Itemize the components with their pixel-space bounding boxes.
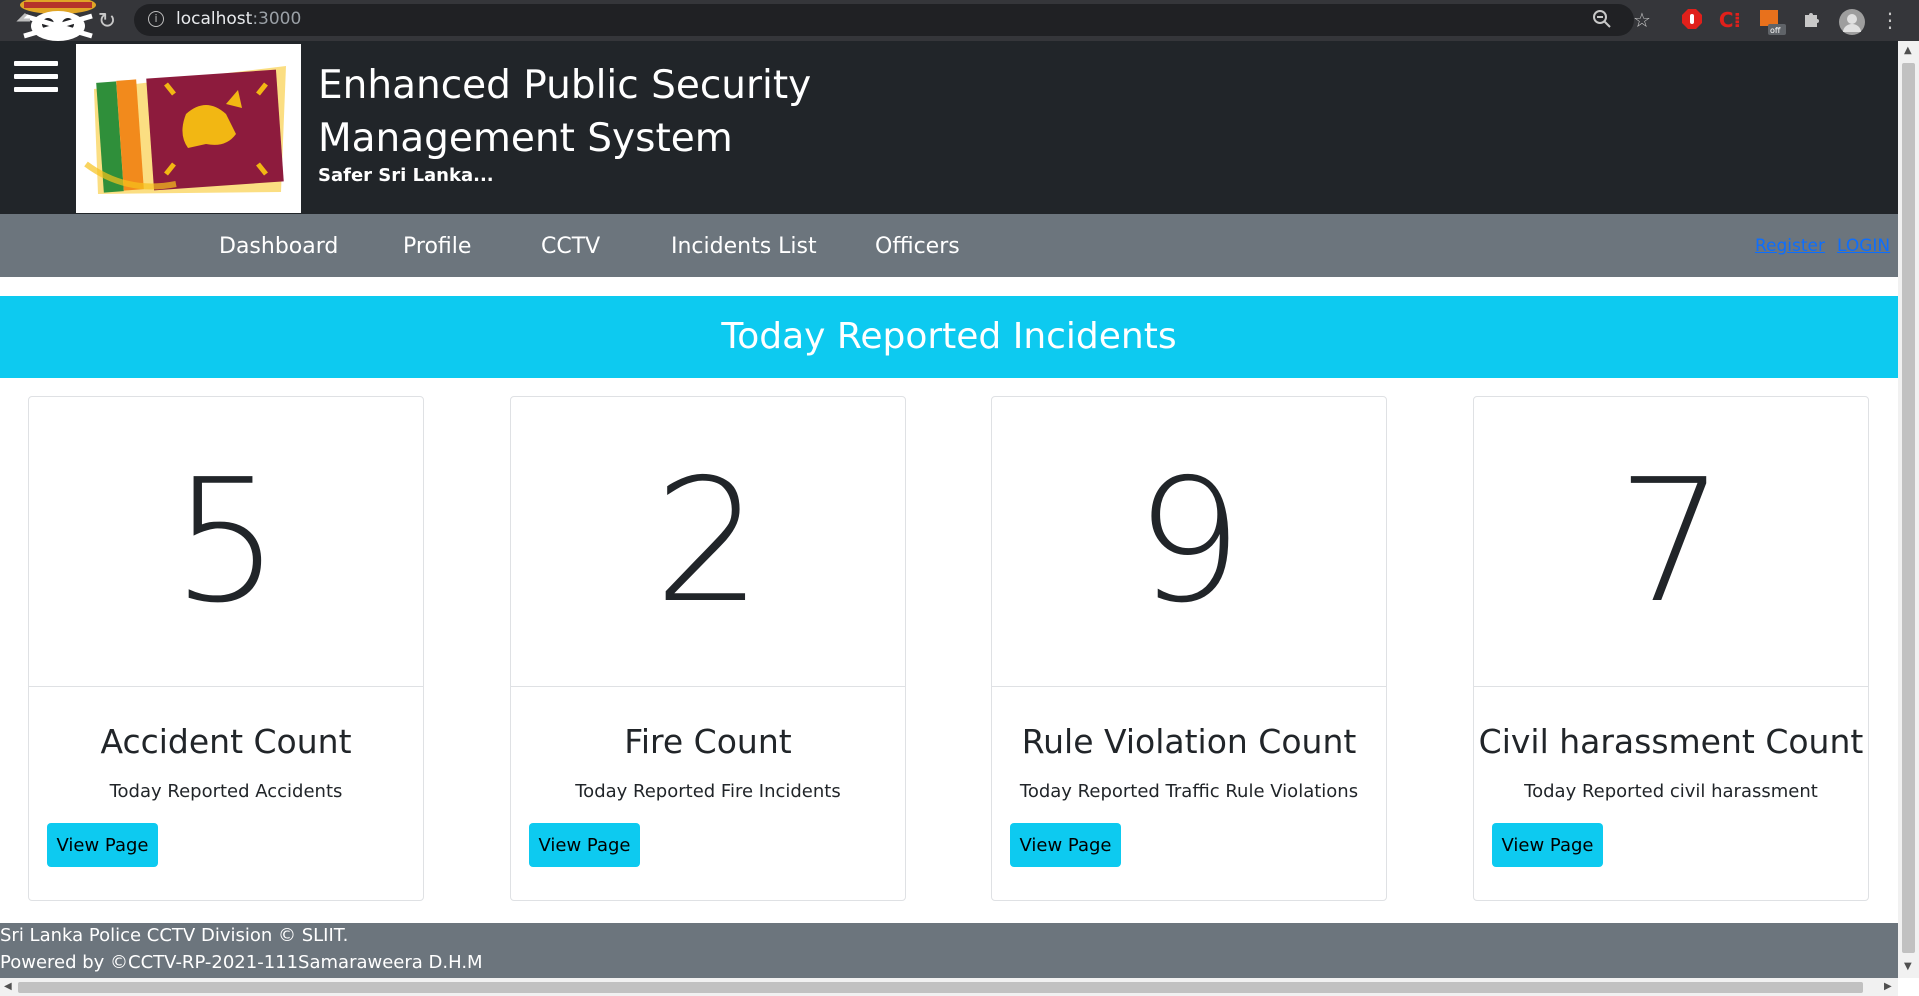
url-text[interactable]: localhost:3000 — [176, 9, 301, 29]
accident-count-number: 5 — [171, 443, 281, 641]
browser-toolbar: ↻ i localhost:3000 ☆ C⁞ off ⋮ — [0, 0, 1919, 41]
site-info-icon[interactable]: i — [148, 11, 164, 27]
off-extension-icon[interactable]: off — [1758, 8, 1786, 35]
scroll-left-icon[interactable]: ◀ — [4, 981, 12, 992]
rule-violation-count-subtitle: Today Reported Traffic Rule Violations — [1019, 781, 1359, 802]
accident-count-title: Accident Count — [100, 722, 352, 761]
fire-view-page-button[interactable]: View Page — [529, 823, 640, 867]
civil-harassment-count-card: 7 Civil harassment Count Today Reported … — [1473, 396, 1869, 901]
browser-menu-icon[interactable]: ⋮ — [1880, 8, 1900, 32]
profile-avatar[interactable] — [1838, 8, 1866, 35]
card-number-area: 7 — [1474, 397, 1868, 687]
rule-violation-count-title: Rule Violation Count — [1021, 722, 1357, 761]
app-title: Enhanced Public Security Management Syst… — [318, 63, 812, 161]
fire-count-subtitle: Today Reported Fire Incidents — [575, 781, 841, 802]
app-tagline: Safer Sri Lanka... — [318, 165, 494, 186]
reload-icon[interactable]: ↻ — [94, 8, 120, 34]
fire-count-number: 2 — [653, 443, 763, 641]
rule-violation-count-number: 9 — [1134, 443, 1244, 641]
banner-title: Today Reported Incidents — [721, 316, 1177, 357]
horizontal-scroll-thumb[interactable] — [18, 982, 1863, 993]
hamburger-menu-icon[interactable] — [14, 61, 58, 101]
fire-count-title: Fire Count — [624, 722, 792, 761]
card-number-area: 2 — [511, 397, 905, 687]
nav-item-cctv[interactable]: CCTV — [541, 234, 600, 259]
register-link[interactable]: Register — [1755, 236, 1825, 256]
extensions-puzzle-icon[interactable] — [1800, 8, 1824, 32]
civil-harassment-count-subtitle: Today Reported civil harassment — [1524, 781, 1818, 802]
card-number-area: 9 — [992, 397, 1386, 687]
accident-count-card: 5 Accident Count Today Reported Accident… — [28, 396, 424, 901]
svg-text:off: off — [1770, 26, 1781, 35]
address-bar[interactable] — [134, 4, 1634, 36]
sri-lanka-flag-logo — [76, 44, 301, 213]
incidents-banner: Today Reported Incidents — [0, 296, 1898, 378]
skull-mascot-icon — [16, 0, 96, 41]
login-link[interactable]: LOGIN — [1837, 236, 1890, 256]
url-host: localhost — [176, 9, 253, 29]
bookmark-star-icon[interactable]: ☆ — [1630, 8, 1654, 32]
rule-violation-view-page-button[interactable]: View Page — [1010, 823, 1121, 867]
nav-item-dashboard[interactable]: Dashboard — [219, 234, 338, 259]
c-extension-icon[interactable]: C⁞ — [1718, 8, 1742, 32]
footer-powered-by: Powered by ©CCTV-RP-2021-111Samaraweera … — [0, 952, 483, 973]
civil-harassment-count-number: 7 — [1616, 443, 1726, 641]
civil-harassment-view-page-button[interactable]: View Page — [1492, 823, 1603, 867]
vertical-scroll-thumb[interactable] — [1902, 63, 1915, 953]
accident-view-page-button[interactable]: View Page — [47, 823, 158, 867]
adblock-extension-icon[interactable] — [1680, 8, 1704, 32]
scroll-down-icon[interactable]: ▼ — [1904, 961, 1912, 972]
scroll-up-icon[interactable]: ▲ — [1904, 45, 1912, 56]
nav-item-officers[interactable]: Officers — [875, 234, 960, 259]
main-nav: Dashboard Profile CCTV Incidents List Of… — [0, 214, 1898, 277]
hamburger-bar — [14, 74, 58, 79]
horizontal-scrollbar[interactable]: ◀ ▶ — [0, 978, 1898, 996]
civil-harassment-count-title: Civil harassment Count — [1478, 722, 1864, 761]
hamburger-bar — [14, 87, 58, 92]
nav-item-incidents-list[interactable]: Incidents List — [671, 234, 817, 259]
card-number-area: 5 — [29, 397, 423, 687]
rule-violation-count-card: 9 Rule Violation Count Today Reported Tr… — [991, 396, 1387, 901]
scroll-right-icon[interactable]: ▶ — [1884, 981, 1892, 992]
footer-copyright: Sri Lanka Police CCTV Division © SLIIT. — [0, 925, 349, 946]
url-port: :3000 — [252, 9, 302, 29]
app-header: Enhanced Public Security Management Syst… — [0, 41, 1898, 214]
accident-count-subtitle: Today Reported Accidents — [109, 781, 343, 802]
nav-item-profile[interactable]: Profile — [403, 234, 471, 259]
zoom-icon[interactable] — [1590, 8, 1614, 32]
vertical-scrollbar[interactable]: ▲ ▼ — [1898, 41, 1919, 978]
hamburger-bar — [14, 61, 58, 66]
fire-count-card: 2 Fire Count Today Reported Fire Inciden… — [510, 396, 906, 901]
page-footer: Sri Lanka Police CCTV Division © SLIIT. … — [0, 923, 1898, 978]
